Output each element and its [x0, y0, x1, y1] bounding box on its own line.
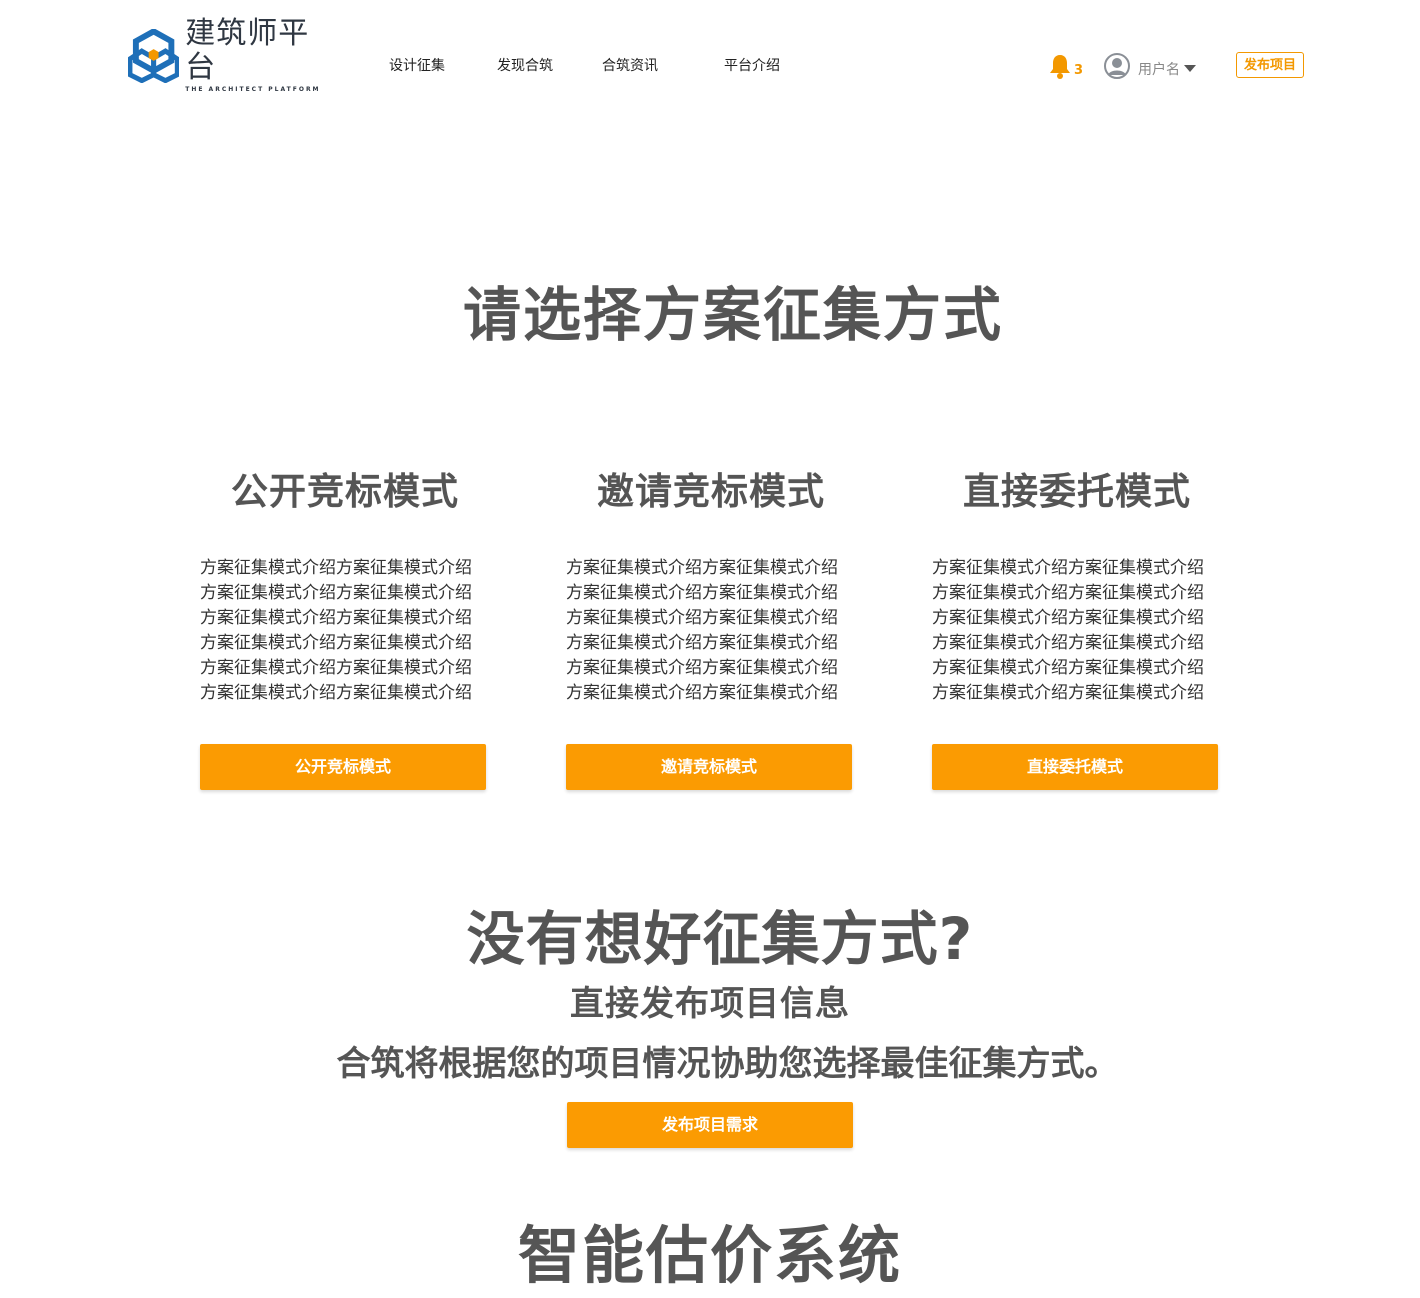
undecided-description: 合筑将根据您的项目情况协助您选择最佳征集方式。 [336, 1044, 1119, 1084]
mode-description-line: 方案征集模式介绍方案征集模式介绍 [932, 558, 1204, 578]
mode-description-line: 方案征集模式介绍方案征集模式介绍 [932, 683, 1204, 703]
publish-project-button[interactable]: 发布项目 [1236, 52, 1304, 78]
mode-description-line: 方案征集模式介绍方案征集模式介绍 [200, 608, 472, 628]
mode-description-line: 方案征集模式介绍方案征集模式介绍 [566, 583, 838, 603]
open-bid-button[interactable]: 公开竞标模式 [200, 744, 486, 790]
estimate-section-title: 智能估价系统 [517, 1219, 902, 1292]
nav-item-about[interactable]: 平台介绍 [724, 56, 780, 76]
notification-count: 3 [1074, 63, 1084, 78]
mode-description-line: 方案征集模式介绍方案征集模式介绍 [566, 608, 838, 628]
nav-item-design-collection[interactable]: 设计征集 [389, 56, 445, 76]
mode-description-line: 方案征集模式介绍方案征集模式介绍 [200, 658, 472, 678]
site-header: 建筑师平台 THE ARCHITECT PLATFORM 设计征集 发现合筑 合… [0, 0, 1420, 130]
page-title: 请选择方案征集方式 [462, 281, 1003, 349]
mode-description-line: 方案征集模式介绍方案征集模式介绍 [200, 583, 472, 603]
mode-description-line: 方案征集模式介绍方案征集模式介绍 [566, 558, 838, 578]
mode-title: 邀请竞标模式 [597, 470, 825, 513]
mode-description-line: 方案征集模式介绍方案征集模式介绍 [566, 633, 838, 653]
mode-description-line: 方案征集模式介绍方案征集模式介绍 [932, 658, 1204, 678]
mode-description-line: 方案征集模式介绍方案征集模式介绍 [200, 558, 472, 578]
mode-description: 方案征集模式介绍方案征集模式介绍 方案征集模式介绍方案征集模式介绍 方案征集模式… [566, 556, 856, 706]
nav-item-discover[interactable]: 发现合筑 [497, 56, 553, 76]
avatar-icon [1104, 53, 1130, 79]
mode-description-line: 方案征集模式介绍方案征集模式介绍 [932, 633, 1204, 653]
user-menu[interactable]: 用户名 [1104, 53, 1196, 79]
invited-bid-button[interactable]: 邀请竞标模式 [566, 744, 852, 790]
logo-hexagon-icon [128, 29, 180, 83]
chevron-down-icon [1184, 64, 1196, 72]
logo[interactable]: 建筑师平台 THE ARCHITECT PLATFORM [128, 17, 338, 93]
logo-subtitle: THE ARCHITECT PLATFORM [185, 86, 321, 93]
mode-description-line: 方案征集模式介绍方案征集模式介绍 [566, 683, 838, 703]
mode-description-line: 方案征集模式介绍方案征集模式介绍 [200, 683, 472, 703]
logo-text: 建筑师平台 THE ARCHITECT PLATFORM [185, 17, 338, 95]
mode-description-line: 方案征集模式介绍方案征集模式介绍 [932, 583, 1204, 603]
mode-description: 方案征集模式介绍方案征集模式介绍 方案征集模式介绍方案征集模式介绍 方案征集模式… [200, 556, 490, 706]
mode-description-line: 方案征集模式介绍方案征集模式介绍 [200, 633, 472, 653]
undecided-subtitle: 直接发布项目信息 [570, 984, 850, 1024]
notification-button[interactable]: 3 [1048, 53, 1083, 79]
undecided-title: 没有想好征集方式? [466, 905, 974, 973]
mode-description-line: 方案征集模式介绍方案征集模式介绍 [932, 608, 1204, 628]
mode-card-direct-commission: 直接委托模式 方案征集模式介绍方案征集模式介绍 方案征集模式介绍方案征集模式介绍… [932, 466, 1222, 790]
mode-description: 方案征集模式介绍方案征集模式介绍 方案征集模式介绍方案征集模式介绍 方案征集模式… [932, 556, 1222, 706]
mode-card-open-bid: 公开竞标模式 方案征集模式介绍方案征集模式介绍 方案征集模式介绍方案征集模式介绍… [200, 466, 490, 790]
publish-demand-button[interactable]: 发布项目需求 [567, 1102, 853, 1148]
direct-commission-button[interactable]: 直接委托模式 [932, 744, 1218, 790]
mode-description-line: 方案征集模式介绍方案征集模式介绍 [566, 658, 838, 678]
nav-item-news[interactable]: 合筑资讯 [602, 56, 658, 76]
user-name: 用户名 [1138, 62, 1180, 78]
logo-title: 建筑师平台 [185, 16, 310, 85]
mode-card-invited-bid: 邀请竞标模式 方案征集模式介绍方案征集模式介绍 方案征集模式介绍方案征集模式介绍… [566, 466, 856, 790]
bell-icon [1050, 55, 1070, 79]
mode-title: 直接委托模式 [963, 470, 1191, 513]
mode-title: 公开竞标模式 [231, 470, 459, 513]
